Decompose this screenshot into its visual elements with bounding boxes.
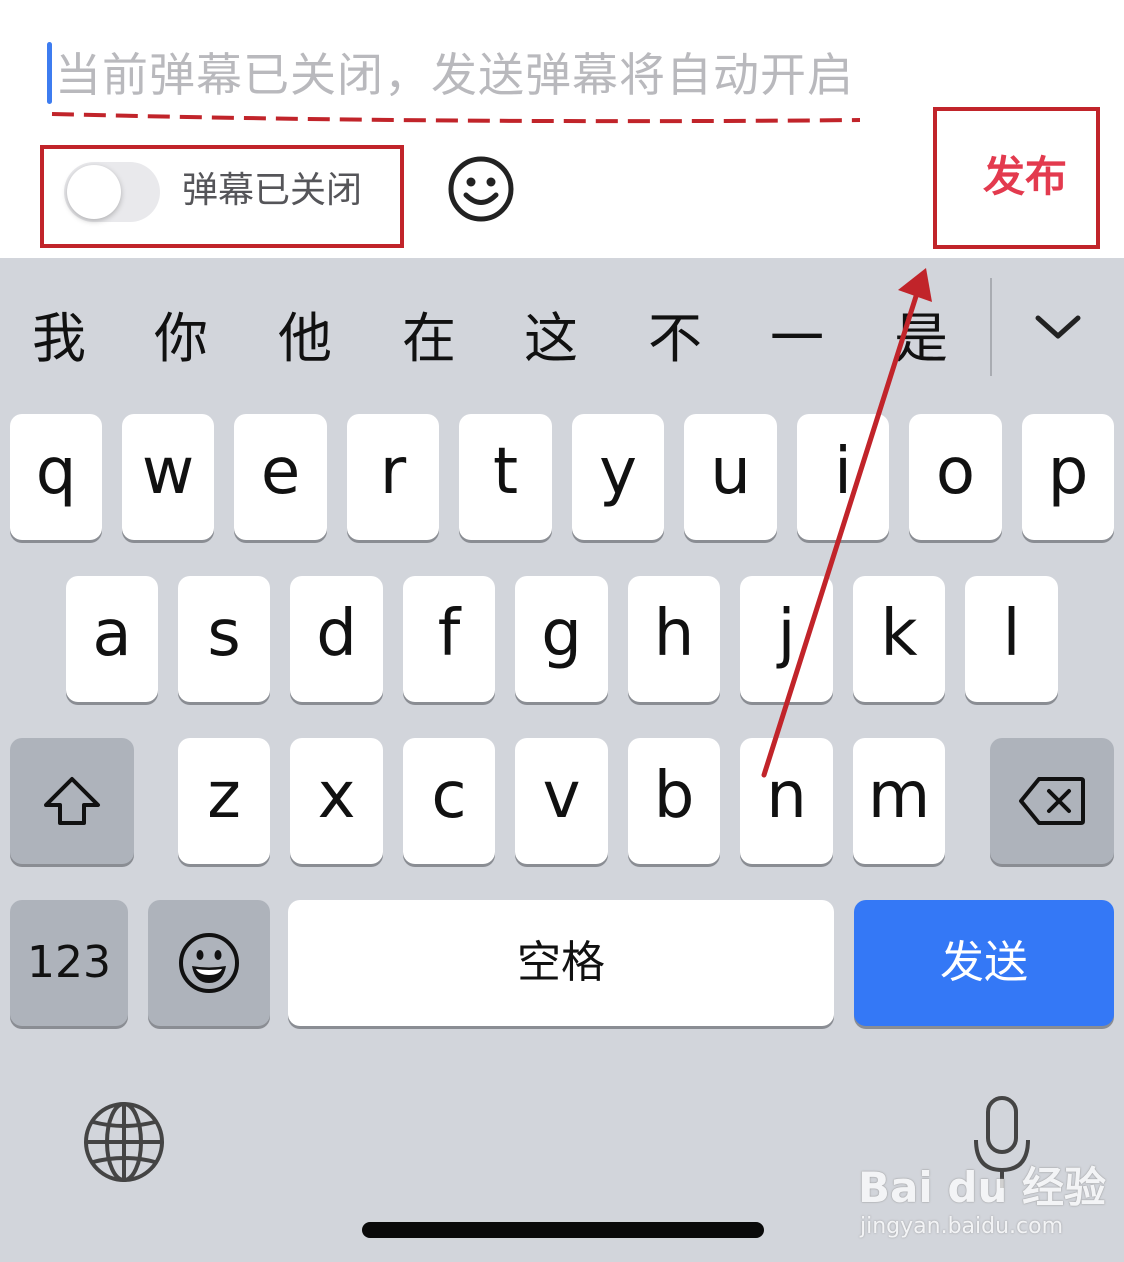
key-l[interactable]: l (965, 576, 1058, 702)
key-b[interactable]: b (628, 738, 720, 864)
chevron-down-icon[interactable] (1030, 300, 1086, 356)
key-c[interactable]: c (403, 738, 495, 864)
key-g[interactable]: g (515, 576, 608, 702)
key-h[interactable]: h (628, 576, 720, 702)
key-x[interactable]: x (290, 738, 383, 864)
key-n[interactable]: n (740, 738, 833, 864)
key-p[interactable]: p (1022, 414, 1114, 540)
publish-button[interactable]: 发布 (983, 149, 1067, 205)
key-i[interactable]: i (797, 414, 889, 540)
key-s[interactable]: s (178, 576, 270, 702)
danmaku-toggle-switch[interactable] (64, 162, 160, 222)
key-z[interactable]: z (178, 738, 270, 864)
shift-key[interactable] (10, 738, 134, 864)
danmaku-compose-panel: 当前弹幕已关闭，发送弹幕将自动开启 弹幕已关闭 发布 (0, 0, 1124, 258)
numbers-key[interactable]: 123 (10, 900, 128, 1026)
candidate-word[interactable]: 是 (894, 304, 948, 374)
danmaku-toggle-label: 弹幕已关闭 (182, 170, 363, 211)
key-e[interactable]: e (234, 414, 327, 540)
key-q[interactable]: q (10, 414, 102, 540)
key-j[interactable]: j (740, 576, 833, 702)
globe-icon[interactable] (82, 1100, 166, 1184)
shift-icon (44, 777, 100, 825)
candidate-word[interactable]: 你 (154, 304, 208, 374)
baidu-jingyan-watermark: Bai du 经验 jingyan.baidu.com (858, 1163, 1106, 1240)
space-key[interactable]: 空格 (288, 900, 834, 1026)
emoji-key[interactable] (148, 900, 270, 1026)
smiley-icon[interactable] (446, 154, 516, 224)
key-m[interactable]: m (853, 738, 945, 864)
key-k[interactable]: k (853, 576, 945, 702)
key-o[interactable]: o (909, 414, 1002, 540)
backspace-key[interactable] (990, 738, 1114, 864)
keyboard: 我 你 他 在 这 不 一 是 q w e r t y u i o p a s … (0, 258, 1124, 1262)
text-caret (47, 42, 52, 104)
candidate-word[interactable]: 这 (524, 304, 578, 374)
switch-knob (67, 165, 121, 219)
key-y[interactable]: y (572, 414, 664, 540)
key-r[interactable]: r (347, 414, 439, 540)
annotation-box-publish: 发布 (933, 107, 1100, 249)
key-u[interactable]: u (684, 414, 777, 540)
candidate-word[interactable]: 在 (402, 304, 456, 374)
danmaku-input[interactable]: 当前弹幕已关闭，发送弹幕将自动开启 (55, 44, 854, 106)
send-key[interactable]: 发送 (854, 900, 1114, 1026)
key-w[interactable]: w (122, 414, 214, 540)
home-indicator[interactable] (362, 1222, 764, 1238)
annotation-box-danmaku-toggle: 弹幕已关闭 (40, 145, 404, 248)
annotation-dashed-underline (51, 112, 861, 124)
candidate-word[interactable]: 不 (648, 304, 702, 374)
backspace-icon (1019, 777, 1085, 825)
key-t[interactable]: t (459, 414, 552, 540)
key-a[interactable]: a (66, 576, 158, 702)
candidate-word[interactable]: 他 (278, 304, 332, 374)
candidate-word[interactable]: 一 (770, 304, 824, 374)
candidate-word[interactable]: 我 (32, 304, 86, 374)
key-v[interactable]: v (515, 738, 608, 864)
key-f[interactable]: f (403, 576, 495, 702)
emoji-icon (179, 933, 239, 993)
key-d[interactable]: d (290, 576, 383, 702)
candidate-divider (990, 278, 992, 376)
